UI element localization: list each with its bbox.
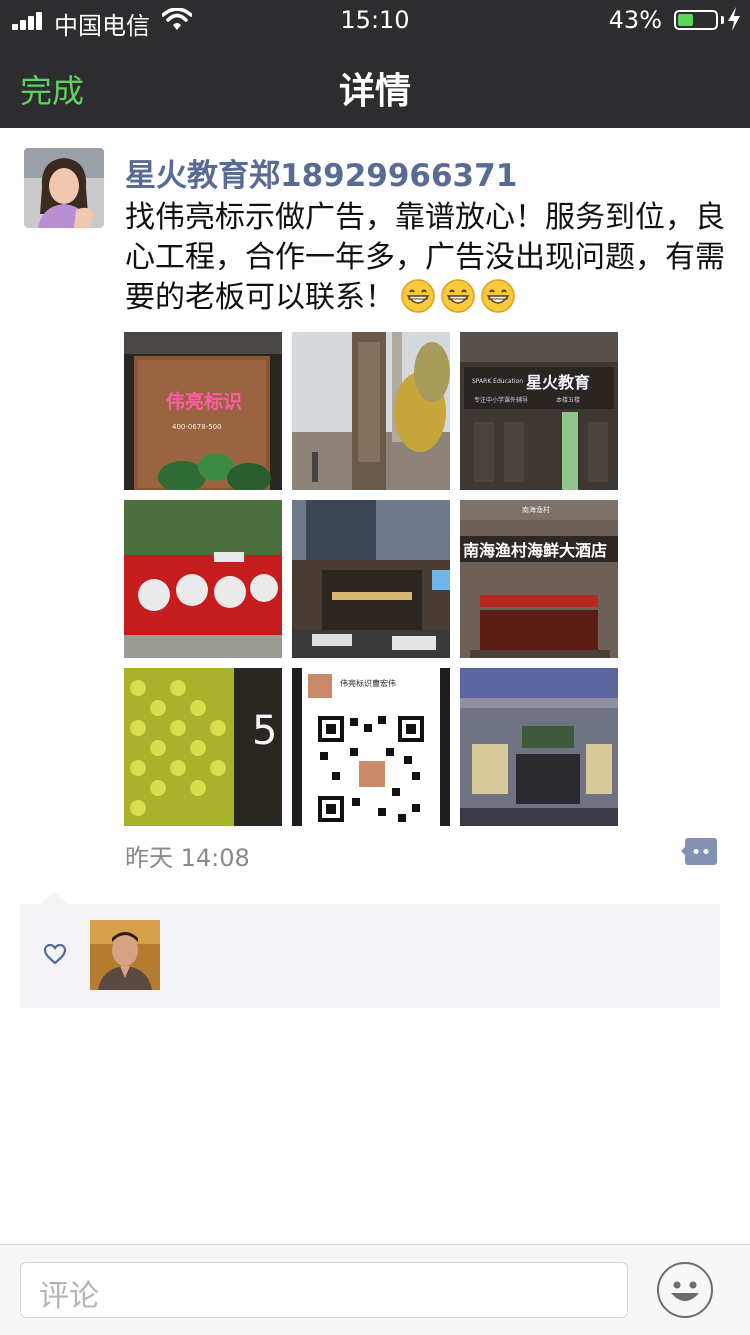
photo-storefront-render[interactable]	[460, 668, 618, 826]
photo-spark-cn: 星火教育	[526, 373, 590, 392]
photo-seafood-top: 南海渔村	[522, 505, 550, 514]
photo-seafood-restaurant[interactable]: 南海渔村 南海渔村海鲜大酒店	[460, 500, 618, 658]
charging-bolt-icon	[728, 7, 740, 31]
photo-qr-name: 伟亮标识曹宏伟	[340, 678, 396, 688]
post-timestamp: 昨天 14:08	[125, 844, 250, 872]
photo-pylon-sign[interactable]	[292, 332, 450, 490]
photo-spark-en: SPARK Education	[472, 378, 523, 385]
grin-icon	[441, 279, 475, 313]
photo-wood-sign-phone: 400-0678-500	[172, 423, 222, 431]
grin-icon	[401, 279, 435, 313]
liker-avatar[interactable]	[90, 920, 160, 990]
author-name[interactable]: 星火教育郑18929966371	[125, 150, 517, 195]
comment-toolbar: 评论	[0, 1244, 750, 1335]
comment-input[interactable]: 评论	[20, 1262, 628, 1318]
navigation-header: 中国电信 15:10 43% 完成 详情	[0, 0, 750, 128]
photo-spark-floor: 本楼五楼	[556, 396, 580, 404]
comment-placeholder: 评论	[39, 1279, 99, 1314]
heart-icon	[43, 943, 67, 965]
photo-grid: 伟亮标识 400-0678-500 SPARK Education 星火教育 专	[124, 332, 624, 826]
page-title: 详情	[338, 71, 411, 112]
comment-more-icon[interactable]	[681, 838, 717, 865]
grin-icon	[481, 279, 515, 313]
photo-wood-sign[interactable]: 伟亮标识 400-0678-500	[124, 332, 282, 490]
photo-seafood-title: 南海渔村海鲜大酒店	[463, 541, 607, 560]
photo-hotel-night[interactable]	[292, 500, 450, 658]
battery-icon	[674, 10, 718, 30]
status-bar: 中国电信 15:10 43%	[0, 0, 750, 40]
post-text: 找伟亮标示做广告，靠谱放心！服务到位，良心工程，合作一年多，广告没出现问题，有需…	[125, 198, 725, 318]
battery-tip	[721, 16, 724, 24]
author-avatar[interactable]	[24, 148, 104, 228]
photo-qr-code[interactable]: 伟亮标识曹宏伟	[292, 668, 450, 826]
smiley-icon[interactable]	[656, 1261, 714, 1319]
likes-pointer	[40, 892, 68, 904]
photo-hexagon-wall[interactable]: 5	[124, 668, 282, 826]
photo-red-display[interactable]	[124, 500, 282, 658]
photo-wood-sign-title: 伟亮标识	[166, 390, 242, 413]
battery-percent: 43%	[608, 6, 662, 34]
photo-hexagon-number: 5	[252, 708, 277, 754]
photo-spark-sub: 专注中小学课外辅导	[474, 396, 528, 404]
photo-spark-education[interactable]: SPARK Education 星火教育 专注中小学课外辅导 本楼五楼	[460, 332, 618, 490]
